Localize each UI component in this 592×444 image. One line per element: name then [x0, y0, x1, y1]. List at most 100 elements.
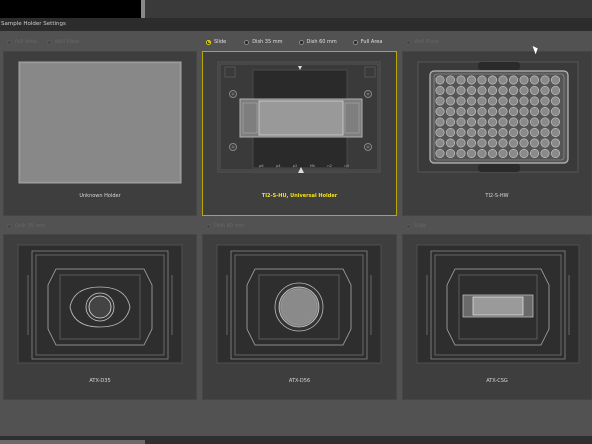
radio-dish-35-label[interactable]: Dish 35 mm	[252, 39, 282, 45]
well	[551, 75, 561, 85]
dish35-holder-icon	[17, 244, 183, 364]
well	[445, 106, 455, 116]
well	[477, 96, 487, 106]
well	[477, 106, 487, 116]
well	[488, 128, 498, 138]
well	[456, 149, 466, 159]
well	[498, 85, 508, 95]
horizontal-scrollbar[interactable]	[0, 436, 592, 444]
well	[509, 128, 519, 138]
well	[498, 128, 508, 138]
radio-slide[interactable]: Slide	[206, 39, 226, 45]
blank-holder-icon	[18, 61, 182, 184]
holder-card-unknown[interactable]: Unknown Holder	[3, 51, 197, 216]
radio-dish-60[interactable]: Dish 60 mm	[298, 39, 337, 45]
universal-scale-marks: p6 p4 p2 Mk n2 n4	[259, 164, 349, 168]
well	[540, 96, 550, 106]
well	[519, 128, 529, 138]
well	[519, 75, 529, 85]
radio-well-plate-left: Well Plate	[46, 39, 79, 45]
radio-group-row1-center: Slide Dish 35 mm Dish 60 mm Full Area	[206, 39, 388, 45]
radio-dish35-row2: Dish 35 mm	[7, 223, 45, 229]
radio-full-area[interactable]: Full Area	[352, 39, 383, 45]
well	[467, 128, 477, 138]
well	[445, 128, 455, 138]
radio-slide-row2-indicator	[406, 223, 411, 229]
well	[435, 96, 445, 106]
radio-dish-60-label[interactable]: Dish 60 mm	[307, 39, 337, 45]
well	[509, 117, 519, 127]
well	[530, 106, 540, 116]
well	[435, 106, 445, 116]
well	[445, 85, 455, 95]
well	[445, 149, 455, 159]
scale-mark: p2	[292, 164, 298, 168]
radio-dish35-row2-indicator	[7, 223, 12, 229]
well	[445, 75, 455, 85]
scale-mark: Mk	[309, 164, 316, 168]
holder-card-atx-d35-label: ATX-D35	[89, 378, 111, 384]
well	[551, 138, 561, 148]
radio-full-area-indicator[interactable]	[352, 39, 358, 45]
well	[488, 106, 498, 116]
well	[488, 75, 498, 85]
radio-slide-row2: Slide	[406, 223, 426, 229]
radio-full-area-left-label: Full Area	[15, 39, 37, 45]
dish56-holder-icon	[216, 244, 382, 364]
well	[551, 85, 561, 95]
well	[445, 96, 455, 106]
well	[477, 128, 487, 138]
well	[519, 106, 529, 116]
well	[530, 117, 540, 127]
holder-card-atx-d35[interactable]: ATX-D35	[3, 234, 197, 400]
dialog-title: Sample Holder Settings	[1, 21, 66, 27]
well	[456, 96, 466, 106]
radio-dish60-row2-label: Dish 60 mm	[214, 223, 245, 229]
well	[456, 85, 466, 95]
well	[456, 106, 466, 116]
universal-holder-icon	[217, 61, 381, 173]
well	[519, 149, 529, 159]
well	[435, 128, 445, 138]
top-right-panel	[145, 0, 592, 18]
radio-well-plate-right-indicator	[406, 39, 411, 45]
well	[456, 138, 466, 148]
holder-card-well-plate-label: TI2-S-HW	[485, 193, 509, 199]
well	[498, 106, 508, 116]
scrollbar-thumb[interactable]	[0, 440, 145, 444]
holder-card-unknown-label: Unknown Holder	[79, 193, 121, 199]
radio-slide-label[interactable]: Slide	[214, 39, 226, 45]
radio-full-area-label[interactable]: Full Area	[361, 39, 383, 45]
radio-dish-35-indicator[interactable]	[244, 39, 250, 45]
radio-well-plate-right-label: Well Plate	[414, 39, 439, 45]
well	[445, 117, 455, 127]
well	[477, 117, 487, 127]
well	[477, 75, 487, 85]
holder-card-well-plate[interactable]: TI2-S-HW	[402, 51, 592, 216]
well	[519, 96, 529, 106]
well	[540, 117, 550, 127]
well	[467, 149, 477, 159]
well	[456, 117, 466, 127]
well	[530, 75, 540, 85]
holder-selection-area: Full Area Well Plate Slide Dish 35 mm Di…	[0, 31, 592, 436]
well	[435, 149, 445, 159]
dialog-titlebar: Sample Holder Settings	[0, 18, 592, 31]
scale-mark: p6	[259, 164, 264, 168]
holder-card-atx-csg[interactable]: ATX-CSG	[402, 234, 592, 400]
well	[509, 149, 519, 159]
radio-dish-60-indicator[interactable]	[298, 39, 304, 45]
radio-dish-35[interactable]: Dish 35 mm	[244, 39, 283, 45]
radio-group-row2-right: Slide	[406, 223, 432, 229]
well	[477, 138, 487, 148]
well	[488, 96, 498, 106]
radio-slide-indicator[interactable]	[206, 39, 211, 45]
well	[488, 149, 498, 159]
well	[477, 85, 487, 95]
coverslip-holder-icon	[416, 244, 580, 364]
holder-card-atx-d56[interactable]: ATX-D56	[202, 234, 397, 400]
well	[519, 117, 529, 127]
radio-dish60-row2-indicator	[206, 223, 211, 229]
holder-card-universal[interactable]: p6 p4 p2 Mk n2 n4 TI2-S-HU, Universal Ho…	[202, 51, 397, 216]
well	[551, 106, 561, 116]
